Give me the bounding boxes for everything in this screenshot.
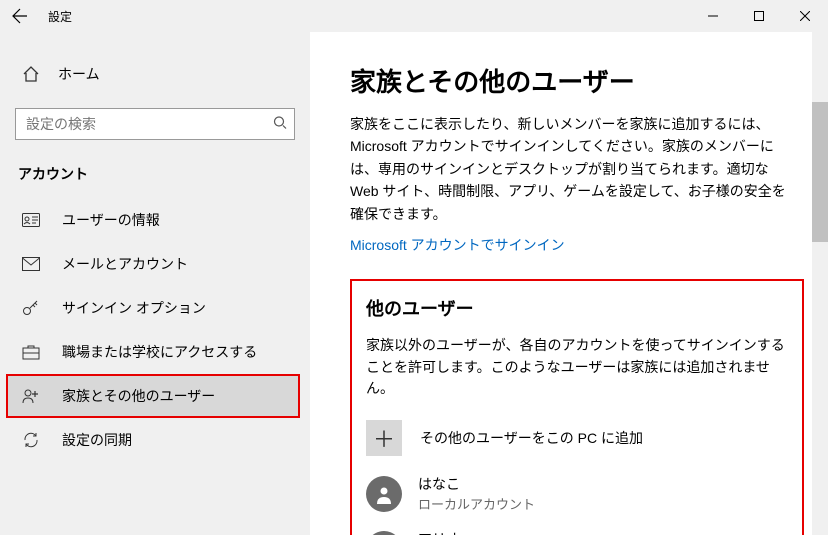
maximize-button[interactable] (736, 0, 782, 32)
sidebar: ホーム アカウント ユーザーの情報 メールとアカウント (0, 32, 310, 535)
scroll-thumb[interactable] (812, 102, 828, 242)
key-icon (22, 299, 40, 317)
page-title: 家族とその他のユーザー (350, 62, 810, 99)
nav-work-school[interactable]: 職場または学校にアクセスする (0, 330, 310, 374)
other-users-section: 他のユーザー 家族以外のユーザーが、各自のアカウントを使ってサインインすることを… (350, 279, 804, 535)
nav-your-info[interactable]: ユーザーの情報 (0, 198, 310, 242)
nav-label: 設定の同期 (62, 430, 132, 450)
briefcase-icon (22, 343, 40, 361)
user-item[interactable]: マリオ ローカルアカウント (366, 529, 788, 535)
search-icon (273, 116, 287, 133)
mail-icon (22, 255, 40, 273)
title-bar: 設定 (0, 0, 828, 32)
nav-family-other-users[interactable]: 家族とその他のユーザー (6, 374, 300, 418)
user-item[interactable]: はなこ ローカルアカウント (366, 474, 788, 513)
home-icon (22, 65, 40, 83)
minimize-button[interactable] (690, 0, 736, 32)
other-users-desc: 家族以外のユーザーが、各自のアカウントを使ってサインインすることを許可します。こ… (366, 335, 788, 400)
people-icon (22, 387, 40, 405)
add-user-row[interactable]: ＋ その他のユーザーをこの PC に追加 (366, 420, 788, 456)
minimize-icon (708, 11, 718, 21)
nav-label: メールとアカウント (62, 254, 188, 274)
close-button[interactable] (782, 0, 828, 32)
other-users-title: 他のユーザー (366, 295, 788, 321)
category-accounts: アカウント (18, 164, 310, 184)
nav-label: 家族とその他のユーザー (62, 386, 215, 406)
vertical-scrollbar[interactable] (812, 32, 828, 535)
person-card-icon (22, 211, 40, 229)
home-label: ホーム (58, 64, 100, 84)
nav-sync-settings[interactable]: 設定の同期 (0, 418, 310, 462)
nav-label: ユーザーの情報 (62, 210, 160, 230)
user-name: はなこ (418, 474, 535, 494)
nav-signin-options[interactable]: サインイン オプション (0, 286, 310, 330)
back-arrow-icon (12, 8, 28, 24)
window-title: 設定 (48, 8, 72, 25)
family-description: 家族をここに表示したり、新しいメンバーを家族に追加するには、Microsoft … (350, 113, 790, 225)
nav-label: 職場または学校にアクセスする (62, 342, 257, 362)
user-name: マリオ (418, 529, 535, 535)
ms-signin-link[interactable]: Microsoft アカウントでサインイン (350, 235, 565, 255)
sync-icon (22, 431, 40, 449)
user-type: ローカルアカウント (418, 494, 535, 513)
avatar (366, 531, 402, 535)
search-container (15, 108, 295, 140)
person-icon (374, 484, 394, 504)
nav-email-accounts[interactable]: メールとアカウント (0, 242, 310, 286)
window-controls (690, 0, 828, 32)
back-button[interactable] (0, 0, 40, 32)
plus-icon: ＋ (373, 422, 395, 454)
main-panel: 家族とその他のユーザー 家族をここに表示したり、新しいメンバーを家族に追加するに… (310, 32, 828, 535)
search-input[interactable] (15, 108, 295, 140)
add-user-button[interactable]: ＋ (366, 420, 402, 456)
add-user-label: その他のユーザーをこの PC に追加 (420, 428, 643, 448)
close-icon (800, 11, 810, 21)
maximize-icon (754, 11, 764, 21)
nav-label: サインイン オプション (62, 298, 206, 318)
home-nav[interactable]: ホーム (0, 52, 310, 96)
avatar (366, 476, 402, 512)
